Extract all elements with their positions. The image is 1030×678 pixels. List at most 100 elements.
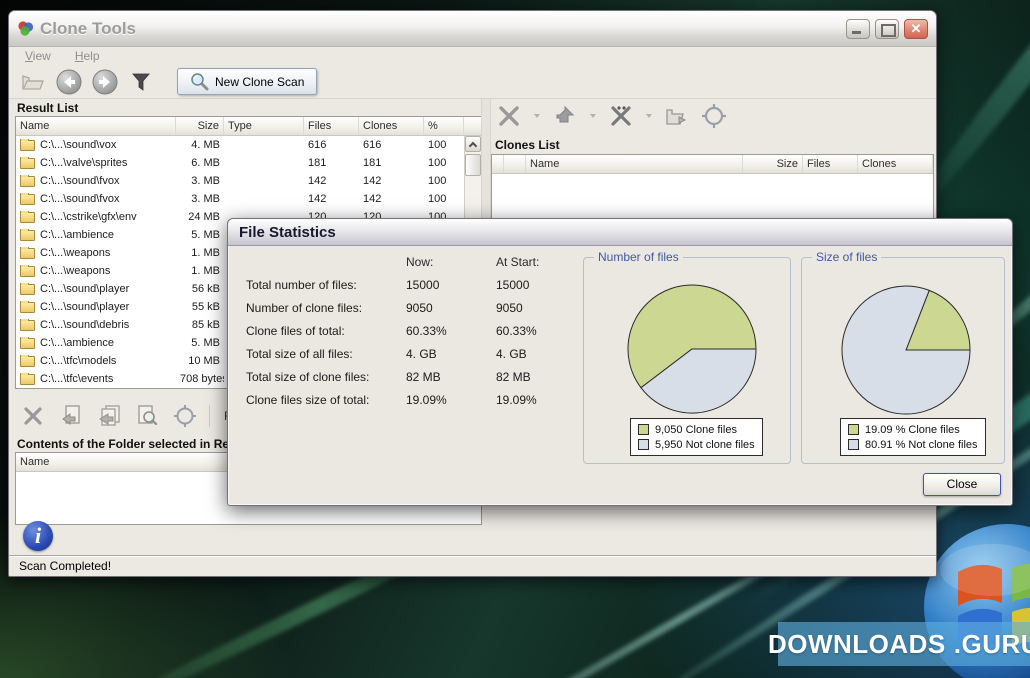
col-pct[interactable]: %	[424, 117, 464, 135]
delete-file-button[interactable]	[19, 402, 47, 430]
toolbar-separator	[209, 405, 210, 427]
delete-icon	[499, 106, 519, 126]
folder-icon	[20, 247, 35, 259]
folder-icon	[20, 355, 35, 367]
col-size[interactable]: Size	[743, 155, 803, 173]
target-icon	[702, 104, 726, 128]
col-blank[interactable]	[504, 155, 526, 173]
col-clones[interactable]: Clones	[359, 117, 424, 135]
col-clones[interactable]: Clones	[858, 155, 933, 173]
export-icon	[666, 109, 687, 125]
maximize-button[interactable]	[875, 18, 899, 39]
target-button[interactable]	[171, 402, 199, 430]
folder-icon	[20, 265, 35, 277]
col-files[interactable]: Files	[304, 117, 359, 135]
legend-swatch	[848, 439, 859, 450]
folder-icon	[20, 301, 35, 313]
col-type[interactable]: Type	[224, 117, 304, 135]
col-name[interactable]: Name	[16, 453, 236, 471]
scroll-thumb[interactable]	[465, 154, 481, 176]
number-of-files-pie-chart	[627, 284, 757, 414]
menu-help[interactable]: Help	[75, 49, 100, 63]
clones-list-header: Name Size Files Clones	[492, 155, 933, 174]
result-row[interactable]: C:\...\valve\sprites 6. MB 181 181 100	[16, 154, 464, 172]
pie-legend: 9,050 Clone files 5,950 Not clone files	[630, 418, 763, 456]
legend-item: 9,050 Clone files	[638, 422, 755, 437]
result-list-label: Result List	[17, 101, 79, 115]
import-doc-icon	[62, 405, 80, 425]
close-dialog-button[interactable]: Close	[923, 473, 1001, 496]
result-row[interactable]: C:\...\sound\fvox 3. MB 142 142 100	[16, 172, 464, 190]
unclone-button[interactable]	[607, 102, 635, 130]
col-files[interactable]: Files	[803, 155, 858, 173]
folder-icon	[20, 373, 35, 385]
result-row[interactable]: C:\...\sound\vox 4. MB 616 616 100	[16, 136, 464, 154]
delete-dropdown-arrow[interactable]	[534, 114, 540, 118]
forward-icon	[92, 69, 118, 94]
col-name[interactable]: Name	[526, 155, 743, 173]
copy-docs-button[interactable]	[95, 402, 123, 430]
move-dropdown-arrow[interactable]	[590, 114, 596, 118]
col-blank[interactable]	[492, 155, 504, 173]
legend-swatch	[638, 439, 649, 450]
folder-icon	[20, 193, 35, 205]
folder-icon	[20, 337, 35, 349]
number-of-files-groupbox: Number of files 9,050 Clone files 5,950 N…	[583, 250, 791, 464]
scroll-up-button[interactable]	[465, 136, 481, 152]
folder-icon	[20, 175, 35, 187]
copy-docs-icon	[99, 405, 120, 426]
move-up-button[interactable]	[551, 102, 579, 130]
groupbox-title: Number of files	[594, 250, 683, 264]
dialog-titlebar[interactable]: File Statistics	[228, 219, 1012, 246]
new-clone-scan-label: New Clone Scan	[215, 74, 305, 89]
folder-icon	[20, 211, 35, 223]
open-folder-button[interactable]	[19, 68, 47, 96]
move-up-icon	[556, 105, 575, 123]
legend-item: 19.09 % Clone files	[848, 422, 978, 437]
result-list-header: Name Size Type Files Clones %	[16, 117, 481, 136]
close-window-button[interactable]: ✕	[904, 18, 928, 39]
target-button[interactable]	[700, 102, 728, 130]
menu-view[interactable]: View	[25, 49, 51, 63]
preview-doc-button[interactable]	[133, 402, 161, 430]
status-text: Scan Completed!	[19, 559, 112, 573]
unclone-icon	[611, 106, 631, 126]
legend-swatch	[638, 424, 649, 435]
folder-icon	[20, 157, 35, 169]
open-folder-icon	[22, 74, 44, 90]
pie-legend: 19.09 % Clone files 80.91 % Not clone fil…	[840, 418, 986, 456]
back-icon	[56, 69, 82, 94]
folder-icon	[20, 229, 35, 241]
legend-item: 80.91 % Not clone files	[848, 437, 978, 452]
watermark-text-left: DOWNLOADS	[767, 628, 946, 659]
menu-bar: View Help	[9, 47, 936, 65]
dialog-title: File Statistics	[239, 223, 336, 241]
filter-icon	[132, 73, 150, 91]
export-button[interactable]	[663, 102, 691, 130]
unclone-dropdown-arrow[interactable]	[646, 114, 652, 118]
folder-icon	[20, 319, 35, 331]
size-of-files-pie-chart	[841, 285, 971, 415]
folder-icon	[20, 139, 35, 151]
filter-button[interactable]	[127, 68, 155, 96]
delete-icon	[24, 407, 42, 425]
desktop: Clone Tools ✕ View Help New Clone Scan R…	[0, 0, 1030, 678]
delete-clone-button[interactable]	[495, 102, 523, 130]
file-statistics-dialog: File Statistics Now: At Start: Total numbe…	[227, 218, 1013, 506]
window-title: Clone Tools	[40, 18, 137, 38]
preview-doc-icon	[138, 405, 158, 426]
watermark-banner: DOWNLOADS .GURU	[768, 622, 1030, 666]
back-button[interactable]	[55, 68, 83, 96]
groupbox-title: Size of files	[812, 250, 882, 264]
legend-item: 5,950 Not clone files	[638, 437, 755, 452]
new-clone-scan-button[interactable]: New Clone Scan	[177, 68, 318, 95]
size-of-files-groupbox: Size of files 19.09 % Clone files 80.91 %…	[801, 250, 1005, 464]
titlebar[interactable]: Clone Tools ✕	[9, 11, 936, 47]
contents-label: Contents of the Folder selected in Re	[17, 437, 230, 451]
col-size[interactable]: Size	[176, 117, 224, 135]
col-name[interactable]: Name	[16, 117, 176, 135]
forward-button[interactable]	[91, 68, 119, 96]
result-row[interactable]: C:\...\sound\fvox 3. MB 142 142 100	[16, 190, 464, 208]
import-doc-button[interactable]	[57, 402, 85, 430]
minimize-button[interactable]	[846, 18, 870, 39]
